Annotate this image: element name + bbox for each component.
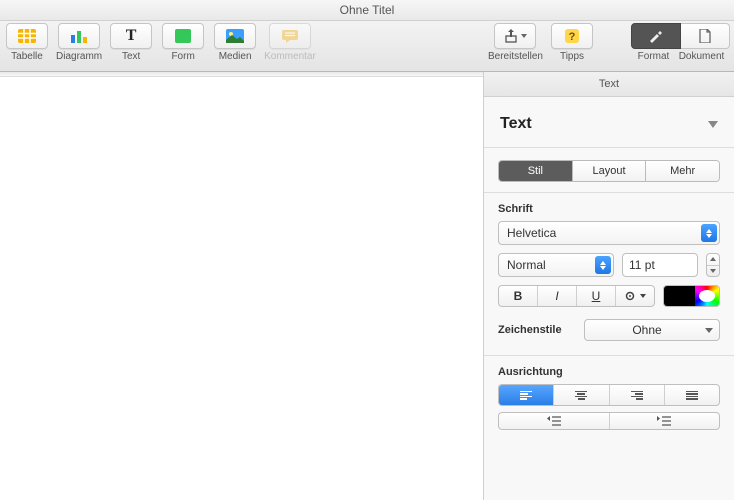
- chevron-down-icon[interactable]: [708, 121, 718, 128]
- italic-button[interactable]: I: [537, 286, 576, 306]
- horizontal-alignment-segment: [498, 384, 720, 406]
- table-icon: [6, 23, 48, 49]
- chart-icon: [58, 23, 100, 49]
- comment-icon: [269, 23, 311, 49]
- align-justify-button[interactable]: [664, 385, 719, 405]
- window-titlebar: Ohne Titel: [0, 0, 734, 21]
- character-styles-label: Zeichenstile: [498, 324, 562, 336]
- toolbar: Tabelle Diagramm T Text Form Medien: [0, 21, 734, 72]
- inspector-header-label: Text: [599, 78, 619, 90]
- toolbar-text-button[interactable]: T Text: [108, 23, 154, 62]
- character-style-value: Ohne: [632, 323, 661, 337]
- toolbar-tips-button[interactable]: ? Tipps: [549, 23, 595, 62]
- font-weight-value: Normal: [507, 258, 546, 272]
- text-style-segment: B I U: [498, 285, 655, 307]
- toolbar-label: Medien: [219, 51, 252, 62]
- inspector-header: Text: [484, 72, 734, 97]
- document-tab-label: Dokument: [678, 51, 726, 62]
- paragraph-style-name[interactable]: Text: [500, 115, 532, 133]
- tab-layout[interactable]: Layout: [572, 161, 646, 181]
- chevron-down-icon: [705, 328, 713, 333]
- toolbar-label: Tabelle: [11, 51, 43, 62]
- format-tab-label: Format: [630, 51, 678, 62]
- format-tab-button[interactable]: [631, 23, 681, 49]
- font-section-label: Schrift: [498, 203, 720, 215]
- bold-button[interactable]: B: [499, 286, 537, 306]
- font-size-value: 11 pt: [629, 258, 655, 272]
- stepper-down-icon[interactable]: [707, 266, 719, 277]
- character-style-select[interactable]: Ohne: [584, 319, 720, 341]
- gear-icon: [625, 290, 639, 302]
- outdent-button[interactable]: [499, 413, 609, 429]
- divider: [484, 192, 734, 193]
- toolbar-table-button[interactable]: Tabelle: [4, 23, 50, 62]
- toolbar-share-button[interactable]: Bereitstellen: [488, 23, 543, 62]
- indent-button[interactable]: [609, 413, 720, 429]
- svg-text:?: ?: [569, 31, 576, 43]
- toolbar-label: Kommentar: [264, 51, 316, 62]
- media-icon: [214, 23, 256, 49]
- tab-mehr[interactable]: Mehr: [645, 161, 719, 181]
- underline-button[interactable]: U: [576, 286, 615, 306]
- toolbar-chart-button[interactable]: Diagramm: [56, 23, 102, 62]
- share-icon: [494, 23, 536, 49]
- dropdown-caret-icon: [521, 34, 527, 38]
- text-color-well[interactable]: [663, 285, 720, 307]
- select-arrows-icon: [595, 256, 611, 274]
- tab-stil[interactable]: Stil: [499, 161, 572, 181]
- text-options-button[interactable]: [615, 286, 654, 306]
- indent-segment: [498, 412, 720, 430]
- toolbar-label: Bereitstellen: [488, 51, 543, 62]
- divider: [484, 355, 734, 356]
- shape-icon: [162, 23, 204, 49]
- toolbar-comment-button[interactable]: Kommentar: [264, 23, 316, 62]
- toolbar-label: Text: [122, 51, 140, 62]
- divider: [484, 147, 734, 148]
- font-size-field[interactable]: 11 pt: [622, 253, 698, 277]
- toolbar-label: Tipps: [560, 51, 584, 62]
- toolbar-shape-button[interactable]: Form: [160, 23, 206, 62]
- toolbar-label: Form: [171, 51, 194, 62]
- select-arrows-icon: [701, 224, 717, 242]
- window-title: Ohne Titel: [340, 3, 395, 17]
- color-swatch[interactable]: [664, 286, 695, 306]
- inspector-mode-segment: [631, 23, 730, 49]
- stepper-up-icon[interactable]: [707, 254, 719, 266]
- toolbar-media-button[interactable]: Medien: [212, 23, 258, 62]
- content-area: Text Text Stil Layout Mehr Schrift Helve…: [0, 72, 734, 500]
- align-right-button[interactable]: [609, 385, 664, 405]
- align-center-button[interactable]: [553, 385, 608, 405]
- inspector-tabs: Stil Layout Mehr: [498, 160, 720, 182]
- font-size-stepper[interactable]: [706, 253, 720, 277]
- tips-icon: ?: [551, 23, 593, 49]
- format-inspector: Text Text Stil Layout Mehr Schrift Helve…: [484, 72, 734, 500]
- align-left-button[interactable]: [499, 385, 553, 405]
- document-tab-button[interactable]: [681, 23, 730, 49]
- font-family-select[interactable]: Helvetica: [498, 221, 720, 245]
- toolbar-label: Diagramm: [56, 51, 102, 62]
- color-picker-icon[interactable]: [695, 286, 719, 306]
- font-weight-select[interactable]: Normal: [498, 253, 614, 277]
- font-family-value: Helvetica: [507, 226, 556, 240]
- text-icon: T: [110, 23, 152, 49]
- document-canvas[interactable]: [0, 72, 484, 500]
- alignment-section-label: Ausrichtung: [498, 366, 720, 378]
